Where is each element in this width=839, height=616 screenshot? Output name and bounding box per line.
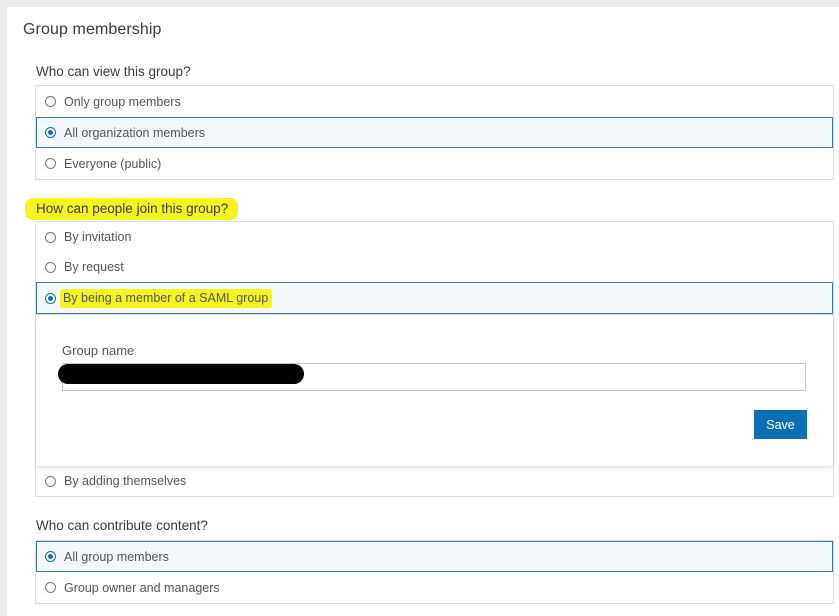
contribute-option-owner-managers[interactable]: Group owner and managers <box>36 572 833 603</box>
contribute-option-all-members[interactable]: All group members <box>36 541 833 572</box>
option-label: By being a member of a SAML group <box>60 288 273 308</box>
radio-selected-icon[interactable] <box>45 551 56 562</box>
join-option-request[interactable]: By request <box>36 252 833 282</box>
radio-icon[interactable] <box>45 96 56 107</box>
join-question: How can people join this group? <box>25 198 239 220</box>
contribute-question: Who can contribute content? <box>36 518 208 533</box>
option-label: All organization members <box>64 125 206 140</box>
group-name-label: Group name <box>62 343 135 358</box>
option-label: Only group members <box>64 94 181 109</box>
radio-icon[interactable] <box>45 475 56 487</box>
radio-icon[interactable] <box>45 158 56 169</box>
option-label: By request <box>64 260 124 274</box>
join-options-group: By invitation By request By being a memb… <box>35 221 834 497</box>
radio-selected-icon[interactable] <box>45 127 56 138</box>
view-option-only-members[interactable]: Only group members <box>36 86 833 117</box>
group-membership-card: Group membership Who can view this group… <box>7 7 839 616</box>
option-label: By invitation <box>64 230 132 244</box>
option-label: By adding themselves <box>64 474 187 488</box>
view-question: Who can view this group? <box>36 64 191 79</box>
view-option-organization[interactable]: All organization members <box>36 117 833 148</box>
contribute-options-group: All group members Group owner and manage… <box>35 540 834 604</box>
radio-selected-icon[interactable] <box>45 292 56 304</box>
radio-icon[interactable] <box>45 261 56 273</box>
join-option-saml[interactable]: By being a member of a SAML group <box>36 282 833 314</box>
join-option-self[interactable]: By adding themselves <box>36 466 833 496</box>
view-option-everyone[interactable]: Everyone (public) <box>36 148 833 179</box>
view-options-group: Only group members All organization memb… <box>35 85 834 180</box>
saml-group-panel: Group name Save <box>36 314 833 466</box>
section-title: Group membership <box>23 21 162 38</box>
radio-icon[interactable] <box>45 582 56 593</box>
option-label: All group members <box>64 549 169 564</box>
option-label: Everyone (public) <box>64 156 162 171</box>
redaction-mark <box>58 364 304 384</box>
radio-icon[interactable] <box>45 231 56 243</box>
option-label: Group owner and managers <box>64 580 220 595</box>
join-question-text: How can people join this group? <box>25 198 239 220</box>
save-button[interactable]: Save <box>754 410 807 439</box>
join-option-invitation[interactable]: By invitation <box>36 222 833 252</box>
